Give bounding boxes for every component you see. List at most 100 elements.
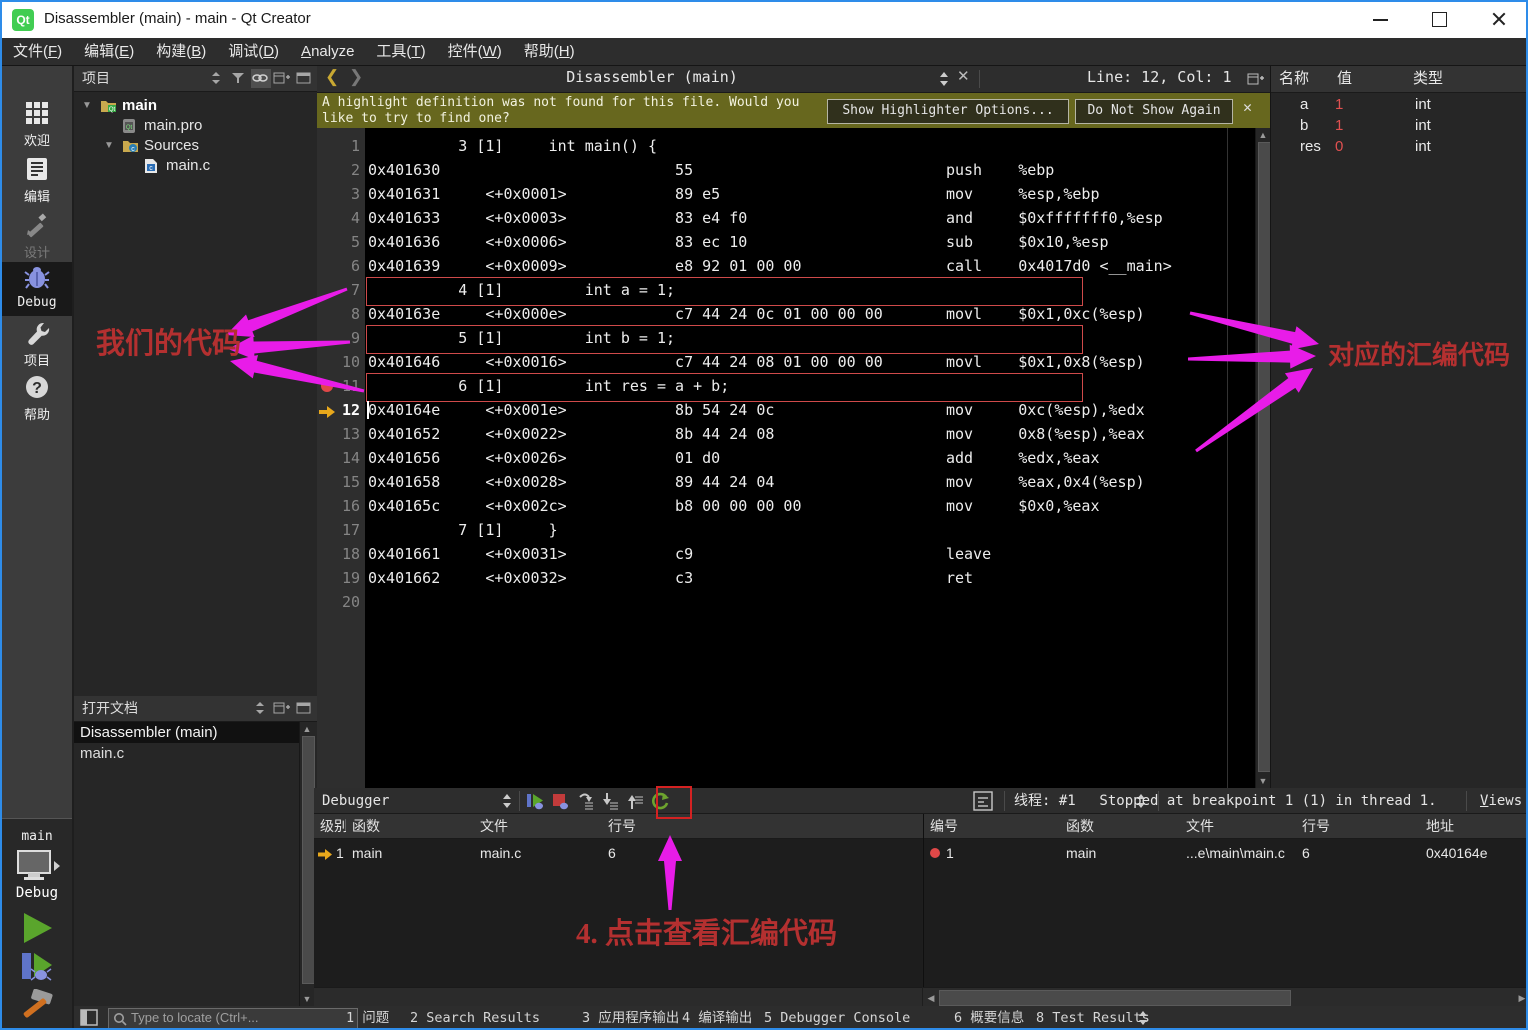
row-cell-函数[interactable]: main: [352, 842, 480, 864]
row-cell-函数[interactable]: main: [1066, 842, 1186, 864]
asm-line[interactable]: 0x40165c <+0x002c> b8 00 00 00 00 mov $0…: [368, 494, 1100, 518]
menu-工具T[interactable]: 工具(T): [365, 38, 436, 65]
expander-icon[interactable]: ▼: [82, 96, 92, 116]
column-header-value[interactable]: 值: [1329, 66, 1414, 93]
output-tab-1 问题[interactable]: 1 问题: [346, 1006, 389, 1028]
column-header-type[interactable]: 类型: [1405, 66, 1526, 93]
line-number-3[interactable]: 3: [320, 182, 360, 206]
mode-welcome[interactable]: 欢迎: [2, 98, 72, 152]
output-tab-6 概要信息[interactable]: 6 概要信息: [954, 1006, 1024, 1028]
line-number-1[interactable]: 1: [320, 134, 360, 158]
column-header-函数[interactable]: 函数: [1060, 814, 1187, 839]
show-highlighter-options-button[interactable]: Show Highlighter Options...: [827, 99, 1069, 124]
filter-icon[interactable]: [229, 69, 249, 88]
document-combo-icon[interactable]: [937, 70, 951, 93]
run-button[interactable]: [20, 911, 56, 945]
scroll-down-icon[interactable]: ▼: [1256, 776, 1270, 786]
panel-combo-icon[interactable]: [207, 69, 227, 88]
source-line[interactable]: 3 [1] int main() {: [368, 134, 657, 158]
menu-构建B[interactable]: 构建(B): [145, 38, 217, 65]
panel-combo-icon[interactable]: [251, 699, 271, 718]
mode-design[interactable]: 设计: [2, 210, 72, 264]
tree-item-Sources[interactable]: ▼ c Sources: [74, 136, 317, 156]
line-number-18[interactable]: 18: [320, 542, 360, 566]
asm-line[interactable]: 0x401652 <+0x0022> 8b 44 24 08 mov 0x8(%…: [368, 422, 1145, 446]
asm-line[interactable]: 0x401662 <+0x0032> c3 ret: [368, 566, 973, 590]
output-panes-combo-icon[interactable]: [1136, 1009, 1150, 1028]
document-dropdown[interactable]: Disassembler (main): [487, 68, 817, 86]
step-out-button[interactable]: [626, 791, 646, 811]
nav-forward-button[interactable]: ❯: [349, 67, 363, 87]
asm-line[interactable]: 0x401639 <+0x0009> e8 92 01 00 00 call 0…: [368, 254, 1172, 278]
collapse-panel-icon[interactable]: [295, 69, 315, 88]
breakpoint-icon[interactable]: [321, 380, 333, 392]
open-docs-scrollbar[interactable]: ▲ ▼: [299, 722, 315, 1006]
row-cell-行号[interactable]: 6: [1302, 842, 1426, 864]
open-doc-Disassembler (main)[interactable]: Disassembler (main): [74, 722, 305, 743]
menu-Analyze[interactable]: Analyze: [290, 38, 365, 65]
line-number-9[interactable]: 9: [320, 326, 360, 350]
link-with-editor-icon[interactable]: [251, 69, 271, 88]
column-header-编号[interactable]: 编号: [924, 814, 1067, 839]
menu-帮助H[interactable]: 帮助(H): [513, 38, 586, 65]
row-cell-编号[interactable]: 1: [946, 842, 1082, 864]
column-header-函数[interactable]: 函数: [346, 814, 481, 839]
tree-item-main.c[interactable]: c main.c: [74, 156, 317, 176]
toggle-left-sidebar-icon[interactable]: [80, 1009, 100, 1028]
row-cell-文件[interactable]: ...e\main\main.c: [1186, 842, 1302, 864]
column-header-文件[interactable]: 文件: [1180, 814, 1303, 839]
tree-item-main[interactable]: ▼ Qt main: [74, 96, 317, 116]
mode-edit[interactable]: 编辑: [2, 154, 72, 208]
row-cell-文件[interactable]: main.c: [480, 842, 608, 864]
split-editor-icon[interactable]: [1247, 70, 1265, 93]
debugger-engine-label[interactable]: Debugger: [322, 788, 389, 814]
output-tab-8 Test Results[interactable]: 8 Test Results: [1036, 1006, 1150, 1028]
stop-button[interactable]: [551, 791, 571, 811]
output-tab-5 Debugger Console[interactable]: 5 Debugger Console: [764, 1006, 910, 1028]
locator-input[interactable]: Type to locate (Ctrl+...: [108, 1008, 358, 1028]
line-number-7[interactable]: 7: [320, 278, 360, 302]
output-tab-2 Search Results[interactable]: 2 Search Results: [410, 1006, 540, 1028]
mode-projects[interactable]: 项目: [2, 318, 72, 372]
kit-selector-button[interactable]: [16, 849, 60, 885]
asm-line[interactable]: 0x401633 <+0x0003> 83 e4 f0 and $0xfffff…: [368, 206, 1163, 230]
mode-help[interactable]: ? 帮助: [2, 372, 72, 426]
output-tab-3 应用程序输出[interactable]: 3 应用程序输出: [582, 1006, 679, 1028]
line-number-16[interactable]: 16: [320, 494, 360, 518]
continue-button[interactable]: [526, 791, 546, 811]
line-number-2[interactable]: 2: [320, 158, 360, 182]
views-menu-button[interactable]: Views: [1480, 788, 1522, 814]
line-number-13[interactable]: 13: [320, 422, 360, 446]
close-button[interactable]: [1476, 2, 1522, 36]
asm-line[interactable]: 0x401630 55 push %ebp: [368, 158, 1054, 182]
stack-hscrollbar[interactable]: [314, 987, 922, 1006]
row-cell-地址[interactable]: 0x40164e: [1426, 842, 1526, 864]
close-notification-icon[interactable]: ✕: [1243, 99, 1252, 115]
column-header-地址[interactable]: 地址: [1420, 814, 1526, 839]
maximize-button[interactable]: [1416, 2, 1462, 36]
row-cell-行号[interactable]: 6: [608, 842, 928, 864]
scroll-up-icon[interactable]: ▲: [1256, 130, 1270, 140]
asm-line[interactable]: 0x401661 <+0x0031> c9 leave: [368, 542, 991, 566]
line-number-15[interactable]: 15: [320, 470, 360, 494]
mode-debug[interactable]: Debug: [2, 262, 72, 316]
line-number-6[interactable]: 6: [320, 254, 360, 278]
column-header-name[interactable]: 名称: [1271, 66, 1338, 93]
expander-icon[interactable]: ▼: [104, 136, 114, 156]
scroll-left-icon[interactable]: ◀: [925, 993, 937, 1004]
menu-文件F[interactable]: 文件(F): [2, 38, 73, 65]
line-number-19[interactable]: 19: [320, 566, 360, 590]
close-document-button[interactable]: ✕: [957, 67, 970, 85]
scroll-down-icon[interactable]: ▼: [300, 994, 314, 1004]
scroll-right-icon[interactable]: ▶: [1516, 993, 1526, 1004]
breakpoints-hscrollbar[interactable]: ◀ ▶: [923, 987, 1526, 1006]
step-over-button[interactable]: [576, 791, 596, 811]
column-header-行号[interactable]: 行号: [602, 814, 929, 839]
line-number-10[interactable]: 10: [320, 350, 360, 374]
editor-gutter[interactable]: 1 2 3 4 5 6 7 8 9 10 11 12 13 14 15 16 17 18 19 20: [317, 128, 365, 788]
source-line[interactable]: 7 [1] }: [368, 518, 557, 542]
editor-scrollbar[interactable]: ▲ ▼: [1255, 128, 1271, 788]
start-debugging-button[interactable]: [18, 951, 58, 985]
collapse-panel-icon[interactable]: [295, 699, 315, 718]
nav-back-button[interactable]: ❮: [325, 67, 339, 87]
